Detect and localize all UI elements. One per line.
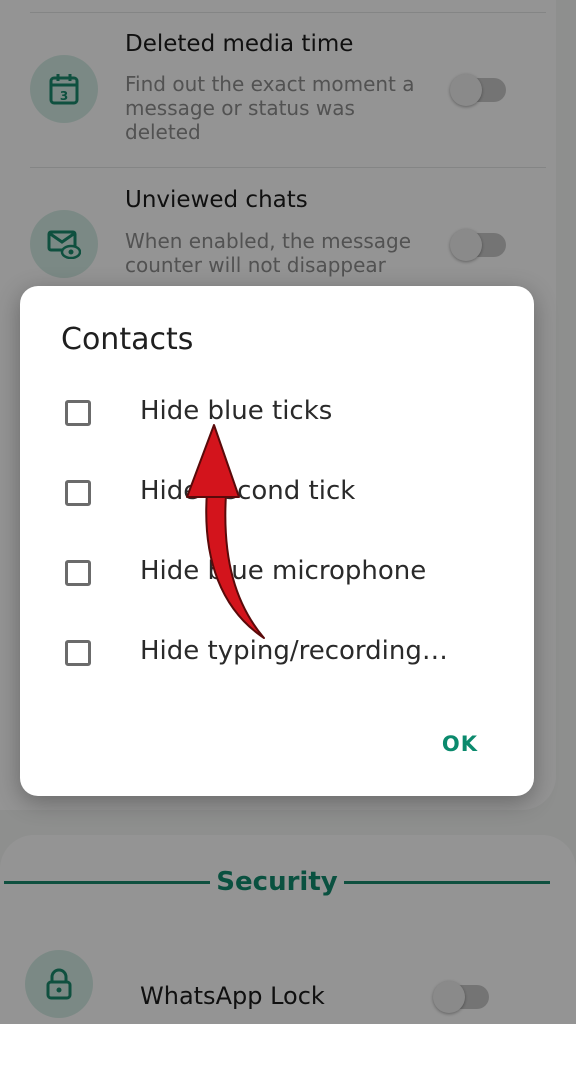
- option-hide-typing-recording[interactable]: Hide typing/recording…: [20, 626, 534, 686]
- contacts-dialog: Contacts Hide blue ticks Hide second tic…: [20, 286, 534, 796]
- checkbox[interactable]: [65, 400, 91, 426]
- option-label: Hide blue microphone: [140, 556, 427, 586]
- option-hide-blue-ticks[interactable]: Hide blue ticks: [20, 386, 534, 446]
- checkbox[interactable]: [65, 560, 91, 586]
- option-hide-blue-microphone[interactable]: Hide blue microphone: [20, 546, 534, 606]
- checkbox[interactable]: [65, 480, 91, 506]
- checkbox[interactable]: [65, 640, 91, 666]
- option-label: Hide second tick: [140, 476, 356, 506]
- option-label: Hide typing/recording…: [140, 636, 448, 666]
- option-hide-second-tick[interactable]: Hide second tick: [20, 466, 534, 526]
- ok-button[interactable]: OK: [442, 732, 478, 756]
- option-label: Hide blue ticks: [140, 396, 333, 426]
- dialog-title: Contacts: [61, 322, 194, 357]
